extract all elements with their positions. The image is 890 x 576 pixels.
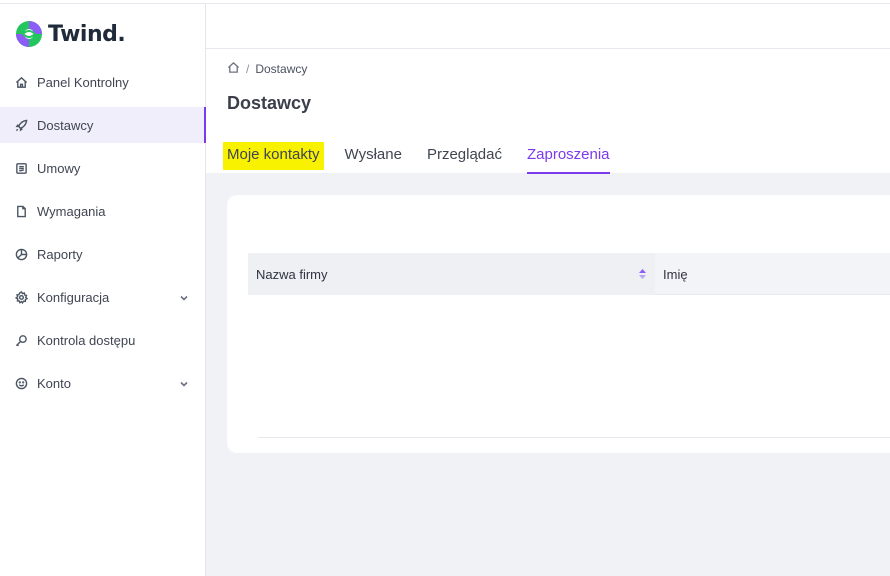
- smiley-icon: [14, 376, 28, 390]
- document-icon: [14, 204, 28, 218]
- top-header: [206, 4, 890, 49]
- table-divider: [258, 437, 890, 438]
- home-icon: [14, 75, 28, 89]
- table-header: Nazwa firmy Imię: [248, 253, 890, 295]
- tab-przegladac[interactable]: Przeglądać: [423, 142, 506, 170]
- sidebar-item-wymagania[interactable]: Wymagania: [0, 193, 206, 229]
- tab-bar: Moje kontakty Wysłane Przeglądać Zaprosz…: [223, 142, 631, 176]
- rocket-icon: [14, 118, 28, 132]
- breadcrumb-current: Dostawcy: [255, 62, 308, 76]
- sidebar-item-label: Raporty: [37, 246, 83, 262]
- sidebar-item-konto[interactable]: Konto: [0, 365, 206, 401]
- logo[interactable]: Twind.: [14, 18, 126, 50]
- tab-moje-kontakty[interactable]: Moje kontakty: [223, 142, 324, 170]
- sort-icon[interactable]: [638, 267, 647, 281]
- chevron-down-icon[interactable]: [178, 377, 190, 389]
- key-icon: [14, 333, 28, 347]
- contract-icon: [14, 161, 28, 175]
- sidebar-item-konfiguracja[interactable]: Konfiguracja: [0, 279, 206, 315]
- pie-chart-icon: [14, 247, 28, 261]
- page-title: Dostawcy: [227, 93, 312, 113]
- chevron-down-icon[interactable]: [178, 291, 190, 303]
- column-header-label: Imię: [663, 266, 688, 282]
- sidebar-nav: Panel Kontrolny Dostawcy Umowy Wymagania…: [0, 64, 206, 408]
- sidebar-item-label: Panel Kontrolny: [37, 74, 129, 90]
- gear-icon: [14, 290, 28, 304]
- column-header-nazwa-firmy[interactable]: Nazwa firmy: [248, 253, 655, 295]
- sidebar-item-label: Umowy: [37, 160, 81, 176]
- sidebar-item-umowy[interactable]: Umowy: [0, 150, 206, 186]
- sidebar-item-label: Kontrola dostępu: [37, 332, 136, 348]
- sidebar-item-dostawcy[interactable]: Dostawcy: [0, 107, 206, 143]
- tab-wyslane[interactable]: Wysłane: [341, 142, 406, 170]
- sidebar: Twind. Panel Kontrolny Dostawcy Umowy Wy…: [0, 4, 206, 576]
- sidebar-item-label: Konfiguracja: [37, 289, 110, 305]
- sidebar-item-label: Konto: [37, 375, 71, 391]
- twind-logo-icon: [14, 19, 44, 49]
- sidebar-item-raporty[interactable]: Raporty: [0, 236, 206, 272]
- logo-text: Twind.: [48, 21, 126, 47]
- main-content: / Dostawcy Dostawcy Moje kontakty Wysłan…: [206, 4, 890, 576]
- table-card: Nazwa firmy Imię: [227, 195, 890, 453]
- tab-zaproszenia[interactable]: Zaproszenia: [523, 142, 614, 174]
- sidebar-item-kontrola-dostepu[interactable]: Kontrola dostępu: [0, 322, 206, 358]
- sidebar-item-panel-kontrolny[interactable]: Panel Kontrolny: [0, 64, 206, 100]
- column-header-label: Nazwa firmy: [256, 266, 328, 282]
- breadcrumb-separator: /: [246, 62, 250, 76]
- column-header-imie[interactable]: Imię: [655, 253, 890, 295]
- breadcrumb: / Dostawcy: [227, 61, 307, 77]
- home-icon[interactable]: [227, 61, 240, 77]
- sidebar-item-label: Wymagania: [37, 203, 106, 219]
- sidebar-item-label: Dostawcy: [37, 117, 94, 133]
